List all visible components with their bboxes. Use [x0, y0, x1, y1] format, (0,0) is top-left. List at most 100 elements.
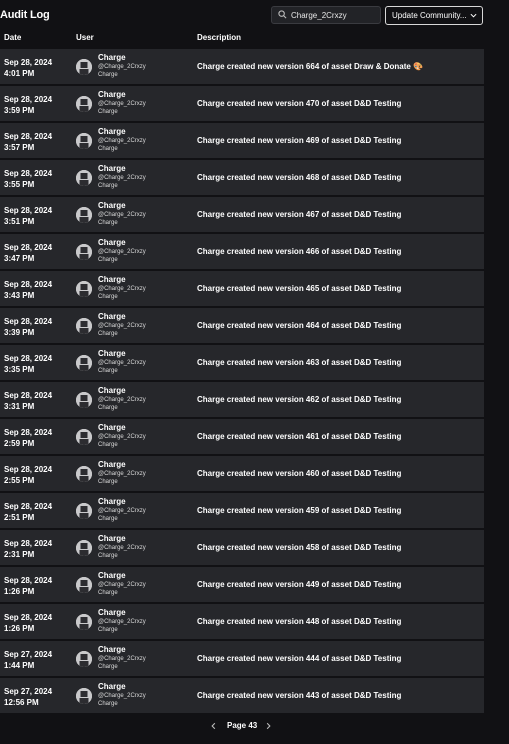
page-label: Page 43	[227, 721, 258, 730]
user-handle: @Charge_2Crxzy	[98, 656, 146, 662]
user-avatar-icon	[76, 466, 92, 482]
search-box[interactable]	[271, 6, 381, 24]
avatar[interactable]	[76, 466, 92, 482]
user-avatar-icon	[76, 614, 92, 630]
row-date-time: 2:55 PM	[4, 476, 35, 485]
table-row[interactable]: Sep 28, 2024 3:31 PM Charge @Charge_2Crx…	[0, 382, 484, 417]
table-row[interactable]: Sep 27, 2024 12:56 PM Charge @Charge_2Cr…	[0, 678, 484, 713]
table-row[interactable]: Sep 28, 2024 3:43 PM Charge @Charge_2Crx…	[0, 271, 484, 306]
avatar[interactable]	[76, 281, 92, 297]
user-name[interactable]: Charge	[98, 349, 126, 358]
row-date-time: 3:55 PM	[4, 180, 35, 189]
table-row[interactable]: Sep 28, 2024 2:51 PM Charge @Charge_2Crx…	[0, 493, 484, 528]
avatar[interactable]	[76, 577, 92, 593]
row-description: Charge created new version 458 of asset …	[197, 543, 402, 552]
table-row[interactable]: Sep 27, 2024 1:44 PM Charge @Charge_2Crx…	[0, 641, 484, 676]
avatar[interactable]	[76, 133, 92, 149]
table-row[interactable]: Sep 28, 2024 1:26 PM Charge @Charge_2Crx…	[0, 567, 484, 602]
user-display-name: Charge	[98, 516, 118, 522]
audit-log-table: Sep 28, 2024 4:01 PM Charge @Charge_2Crx…	[0, 49, 484, 715]
row-date-time: 3:43 PM	[4, 291, 35, 300]
user-name[interactable]: Charge	[98, 608, 126, 617]
avatar[interactable]	[76, 170, 92, 186]
table-row[interactable]: Sep 28, 2024 3:55 PM Charge @Charge_2Crx…	[0, 160, 484, 195]
user-avatar-icon	[76, 355, 92, 371]
user-avatar-icon	[76, 318, 92, 334]
user-name[interactable]: Charge	[98, 682, 126, 691]
avatar[interactable]	[76, 244, 92, 260]
user-avatar-icon	[76, 244, 92, 260]
user-display-name: Charge	[98, 368, 118, 374]
row-description: Charge created new version 465 of asset …	[197, 284, 402, 293]
avatar[interactable]	[76, 651, 92, 667]
user-display-name: Charge	[98, 442, 118, 448]
row-description: Charge created new version 461 of asset …	[197, 432, 402, 441]
table-row[interactable]: Sep 28, 2024 1:26 PM Charge @Charge_2Crx…	[0, 604, 484, 639]
table-row[interactable]: Sep 28, 2024 3:39 PM Charge @Charge_2Crx…	[0, 308, 484, 343]
avatar[interactable]	[76, 614, 92, 630]
table-row[interactable]: Sep 28, 2024 2:31 PM Charge @Charge_2Crx…	[0, 530, 484, 565]
avatar[interactable]	[76, 355, 92, 371]
table-row[interactable]: Sep 28, 2024 2:59 PM Charge @Charge_2Crx…	[0, 419, 484, 454]
pagination: Page 43	[0, 719, 484, 733]
user-name[interactable]: Charge	[98, 645, 126, 654]
row-date-day: Sep 28, 2024	[4, 354, 53, 363]
row-date: Sep 28, 2024 2:51 PM	[4, 501, 64, 523]
user-name[interactable]: Charge	[98, 127, 126, 136]
user-name[interactable]: Charge	[98, 497, 126, 506]
avatar[interactable]	[76, 207, 92, 223]
user-name[interactable]: Charge	[98, 423, 126, 432]
row-description: Charge created new version 459 of asset …	[197, 506, 402, 515]
row-date-day: Sep 28, 2024	[4, 243, 53, 252]
user-avatar-icon	[76, 170, 92, 186]
user-avatar-icon	[76, 651, 92, 667]
row-date-time: 2:31 PM	[4, 550, 35, 559]
user-name[interactable]: Charge	[98, 534, 126, 543]
user-name[interactable]: Charge	[98, 571, 126, 580]
user-name[interactable]: Charge	[98, 275, 126, 284]
table-row[interactable]: Sep 28, 2024 3:59 PM Charge @Charge_2Crx…	[0, 86, 484, 121]
table-row[interactable]: Sep 28, 2024 3:47 PM Charge @Charge_2Crx…	[0, 234, 484, 269]
chevron-right-icon[interactable]	[264, 721, 273, 731]
user-display-name: Charge	[98, 553, 118, 559]
row-date-day: Sep 27, 2024	[4, 650, 53, 659]
user-name[interactable]: Charge	[98, 386, 126, 395]
avatar[interactable]	[76, 318, 92, 334]
row-date-day: Sep 28, 2024	[4, 428, 53, 437]
table-row[interactable]: Sep 28, 2024 3:35 PM Charge @Charge_2Crx…	[0, 345, 484, 380]
user-avatar-icon	[76, 207, 92, 223]
row-date-day: Sep 28, 2024	[4, 280, 53, 289]
row-date: Sep 28, 2024 2:59 PM	[4, 427, 64, 449]
page-title: Audit Log	[0, 9, 50, 21]
table-row[interactable]: Sep 28, 2024 3:57 PM Charge @Charge_2Crx…	[0, 123, 484, 158]
table-row[interactable]: Sep 28, 2024 2:55 PM Charge @Charge_2Crx…	[0, 456, 484, 491]
user-avatar-icon	[76, 281, 92, 297]
community-dropdown[interactable]: Update Community...	[385, 6, 483, 25]
avatar[interactable]	[76, 59, 92, 75]
table-row[interactable]: Sep 28, 2024 3:51 PM Charge @Charge_2Crx…	[0, 197, 484, 232]
avatar[interactable]	[76, 429, 92, 445]
row-date-time: 3:59 PM	[4, 106, 35, 115]
avatar[interactable]	[76, 96, 92, 112]
search-input[interactable]	[291, 7, 377, 23]
avatar[interactable]	[76, 688, 92, 704]
avatar[interactable]	[76, 503, 92, 519]
avatar[interactable]	[76, 392, 92, 408]
row-date-day: Sep 28, 2024	[4, 317, 53, 326]
column-date: Date	[4, 33, 22, 42]
table-row[interactable]: Sep 28, 2024 4:01 PM Charge @Charge_2Crx…	[0, 49, 484, 84]
chevron-left-icon[interactable]	[209, 721, 218, 731]
user-handle: @Charge_2Crxzy	[98, 175, 146, 181]
user-name[interactable]: Charge	[98, 201, 126, 210]
user-name[interactable]: Charge	[98, 312, 126, 321]
avatar[interactable]	[76, 540, 92, 556]
row-date: Sep 28, 2024 3:39 PM	[4, 316, 64, 338]
user-name[interactable]: Charge	[98, 460, 126, 469]
user-name[interactable]: Charge	[98, 164, 126, 173]
user-name[interactable]: Charge	[98, 53, 126, 62]
user-name[interactable]: Charge	[98, 90, 126, 99]
user-name[interactable]: Charge	[98, 238, 126, 247]
row-description: Charge created new version 443 of asset …	[197, 691, 402, 700]
row-date: Sep 28, 2024 3:51 PM	[4, 205, 64, 227]
user-display-name: Charge	[98, 664, 118, 670]
